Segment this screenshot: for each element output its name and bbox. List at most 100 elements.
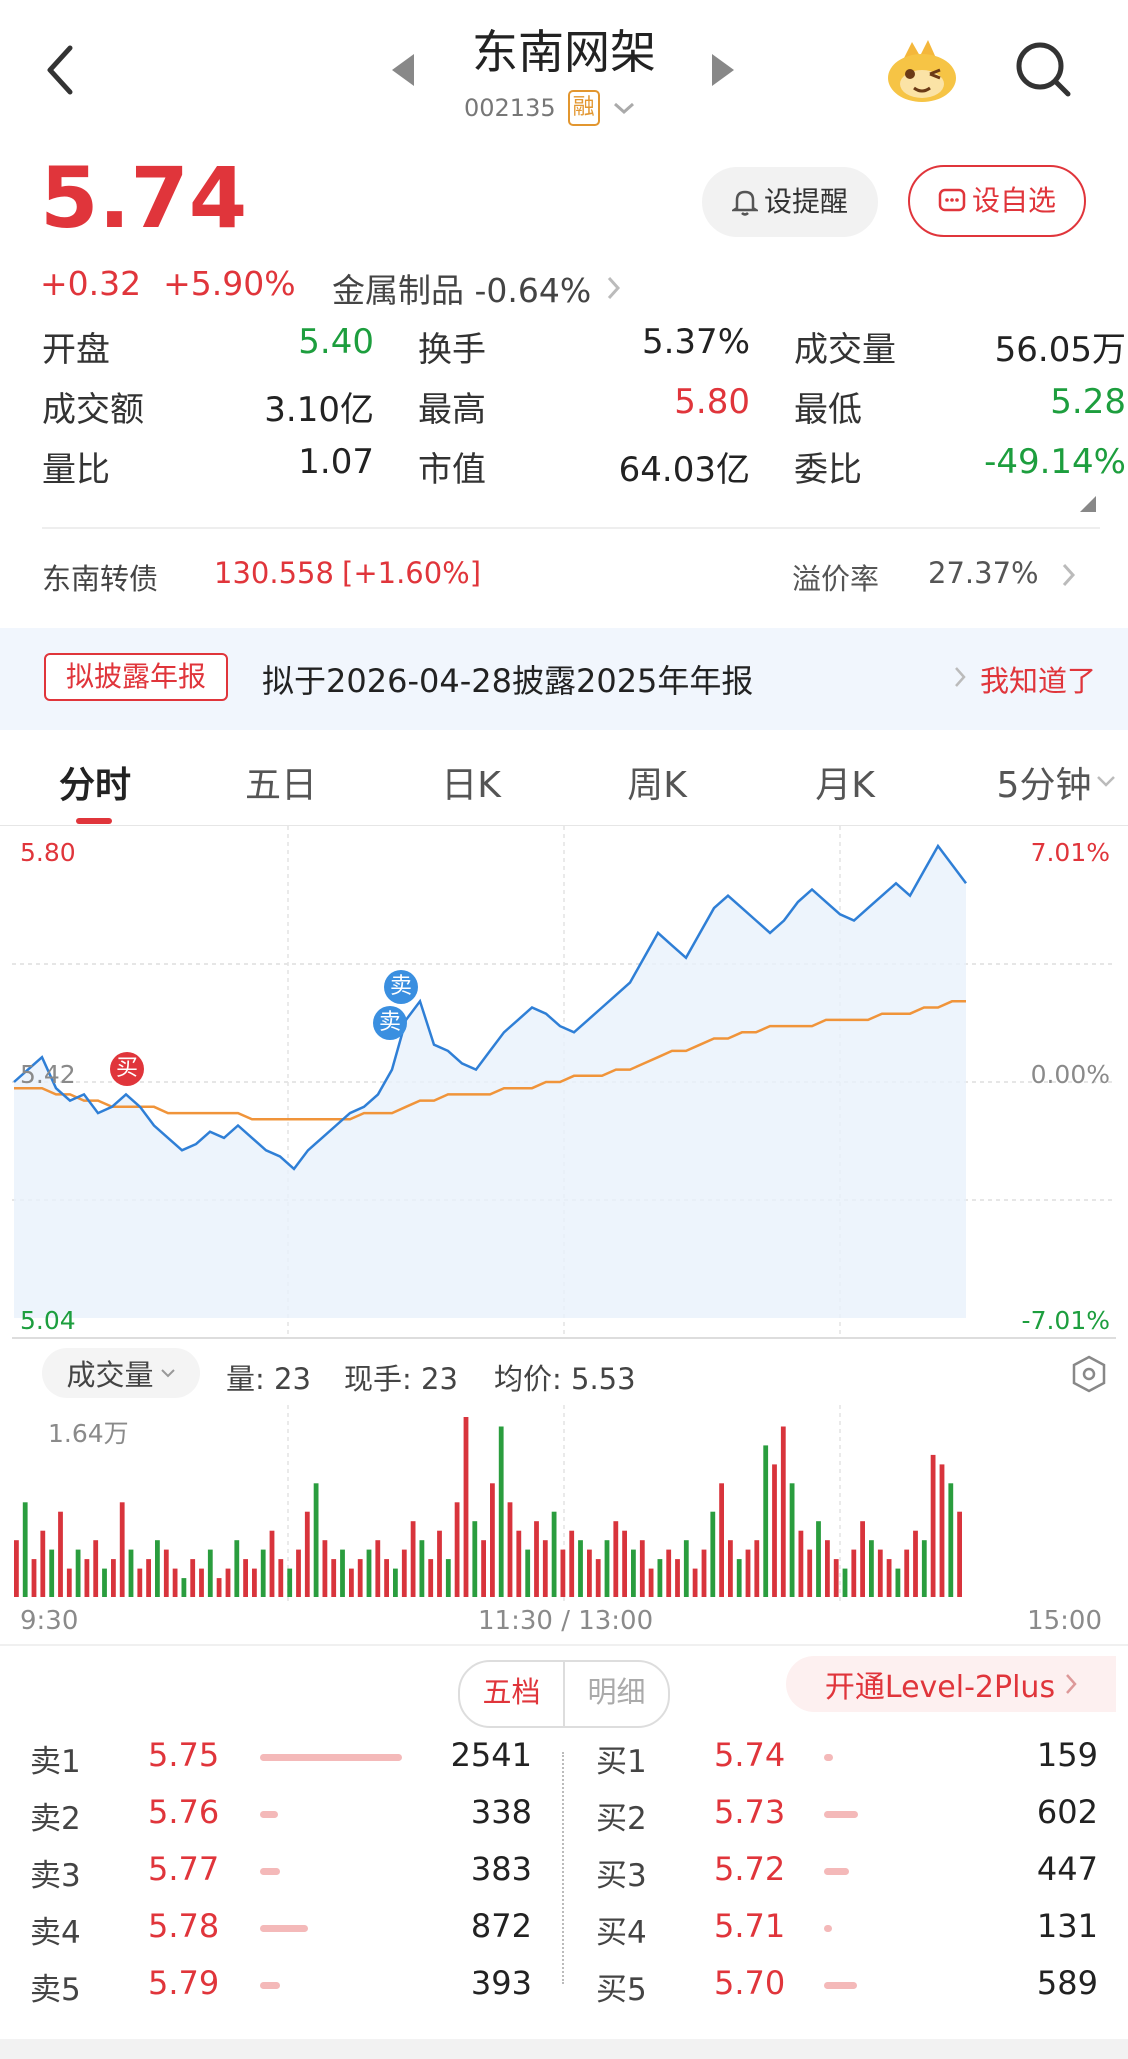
stat-value: 5.40 — [298, 322, 374, 362]
orderbook-divider — [562, 1752, 564, 1984]
volume-bar — [587, 1549, 592, 1597]
add-watchlist-button[interactable]: 设自选 — [908, 165, 1086, 237]
convertible-bond-row[interactable]: 东南转债 130.558 [+1.60%] 溢价率 27.37% — [42, 556, 1086, 600]
volume-bar — [631, 1549, 636, 1597]
volume-bar — [560, 1549, 566, 1597]
intraday-price-chart[interactable] — [0, 826, 1128, 1338]
volume-bar — [490, 1483, 495, 1597]
volume-bar — [534, 1521, 539, 1597]
volume-bar — [111, 1559, 116, 1597]
volume-bar — [375, 1540, 381, 1597]
tab-details[interactable]: 明细 — [565, 1662, 668, 1726]
volume-bar — [454, 1502, 460, 1597]
notice-banner[interactable]: 拟披露年报 拟于2026-04-28披露2025年年报 我知道了 — [0, 628, 1128, 730]
price-axis-high: 5.80 — [20, 838, 76, 867]
volume-chart[interactable] — [0, 1405, 1128, 1601]
volume-indicator-label: 成交量 — [66, 1358, 154, 1392]
sell-level-label: 卖4 — [30, 1915, 81, 1951]
time-mid-label: 11:30 / 13:00 — [478, 1606, 654, 1636]
volume-bar — [860, 1521, 865, 1597]
sell-marker[interactable]: 卖 — [384, 970, 418, 1004]
tab-5min[interactable]: 5分钟 — [974, 756, 1114, 808]
change-row: +0.32 +5.90% — [40, 264, 296, 303]
level2-upgrade-button[interactable]: 开通Level-2Plus — [786, 1656, 1116, 1712]
volume-bar — [199, 1568, 204, 1597]
divider — [42, 527, 1100, 529]
volume-bar — [816, 1521, 821, 1597]
tab-intraday[interactable]: 分时 — [40, 756, 150, 808]
buy-level-label: 买5 — [596, 1972, 647, 2008]
stat-value: 5.37% — [641, 322, 750, 362]
volume-max-label: 1.64万 — [48, 1419, 129, 1448]
volume-bar — [481, 1540, 486, 1597]
volume-bar — [595, 1559, 601, 1597]
volume-bar — [40, 1530, 46, 1597]
next-stock-arrow-icon[interactable] — [712, 54, 734, 86]
sector-label: 金属制品 -0.64% — [332, 271, 592, 310]
set-alert-button[interactable]: 设提醒 — [702, 167, 878, 237]
stat-value: -49.14% — [984, 442, 1126, 482]
price-axis-low: 5.04 — [20, 1306, 76, 1335]
volume-bar — [780, 1426, 786, 1597]
bond-price: 130.558 — [214, 556, 334, 590]
volume-bar — [357, 1559, 363, 1597]
stat-value: 5.28 — [1050, 382, 1126, 422]
buy-marker[interactable]: 买 — [110, 1052, 144, 1086]
tab-daily-k[interactable]: 日K — [416, 756, 526, 808]
volume-bar — [75, 1549, 81, 1597]
sell-level-qty: 872 — [470, 1907, 532, 1945]
chevron-down-icon — [1097, 776, 1115, 787]
chevron-down-icon — [160, 1369, 175, 1378]
set-alert-label: 设提醒 — [763, 185, 848, 218]
volume-bar — [507, 1502, 513, 1597]
buy-level-price: 5.70 — [714, 1964, 786, 2002]
time-end-label: 15:00 — [1027, 1606, 1102, 1636]
sell-level-price: 5.77 — [148, 1850, 220, 1888]
stock-code-row[interactable]: 002135 融 — [464, 90, 636, 126]
margin-badge: 融 — [567, 90, 600, 126]
tab-monthly-k[interactable]: 月K — [790, 756, 900, 808]
volume-bar — [807, 1549, 813, 1597]
notice-dismiss-button[interactable]: 我知道了 — [980, 658, 1096, 700]
volume-bar — [14, 1540, 19, 1597]
sell-level-price: 5.79 — [148, 1964, 220, 2002]
volume-bar — [22, 1502, 28, 1597]
stat-label: 最高 — [418, 390, 486, 430]
volume-bar — [736, 1559, 742, 1597]
tab-five-day[interactable]: 五日 — [226, 756, 336, 808]
tab-five-levels[interactable]: 五档 — [460, 1662, 565, 1726]
volume-bar — [287, 1568, 293, 1597]
stat-label: 换手 — [418, 330, 486, 370]
bell-icon — [731, 190, 758, 216]
tab-weekly-k[interactable]: 周K — [602, 756, 712, 808]
search-button[interactable] — [1014, 40, 1074, 100]
volume-bar — [728, 1540, 733, 1597]
sell-level-label: 卖3 — [30, 1858, 81, 1894]
sell-level-bar — [260, 1811, 278, 1818]
sell-level-qty: 393 — [470, 1964, 532, 2002]
volume-bar — [833, 1559, 839, 1597]
level2-label: 开通Level-2Plus — [824, 1670, 1056, 1705]
stat-label: 成交额 — [42, 390, 144, 430]
volume-bar — [313, 1483, 319, 1597]
bond-change: [+1.60%] — [342, 556, 482, 590]
buy-level-bar — [824, 1754, 833, 1761]
buy-level-price: 5.71 — [714, 1907, 786, 1945]
premium-value: 27.37% — [928, 556, 1039, 590]
volume-bar — [243, 1559, 248, 1597]
hexagon-settings-icon[interactable] — [1070, 1354, 1108, 1394]
volume-bar — [437, 1530, 442, 1597]
volume-indicator-select[interactable]: 成交量 — [42, 1348, 200, 1398]
volume-toolbar: 成交量 量: 23 现手: 23 均价: 5.53 — [0, 1348, 1128, 1400]
volume-bar — [789, 1483, 795, 1597]
buy-level-price: 5.72 — [714, 1850, 786, 1888]
sell-marker[interactable]: 卖 — [373, 1006, 407, 1040]
volume-bar — [66, 1568, 72, 1597]
pct-axis-low: -7.01% — [1021, 1306, 1110, 1335]
volume-bar — [181, 1578, 187, 1597]
mascot-avatar-icon[interactable] — [884, 38, 960, 104]
expand-corner-icon[interactable] — [1080, 496, 1096, 512]
volume-bar — [754, 1540, 760, 1597]
volume-bar — [895, 1568, 901, 1597]
sector-link[interactable]: 金属制品 -0.64% — [332, 264, 621, 312]
